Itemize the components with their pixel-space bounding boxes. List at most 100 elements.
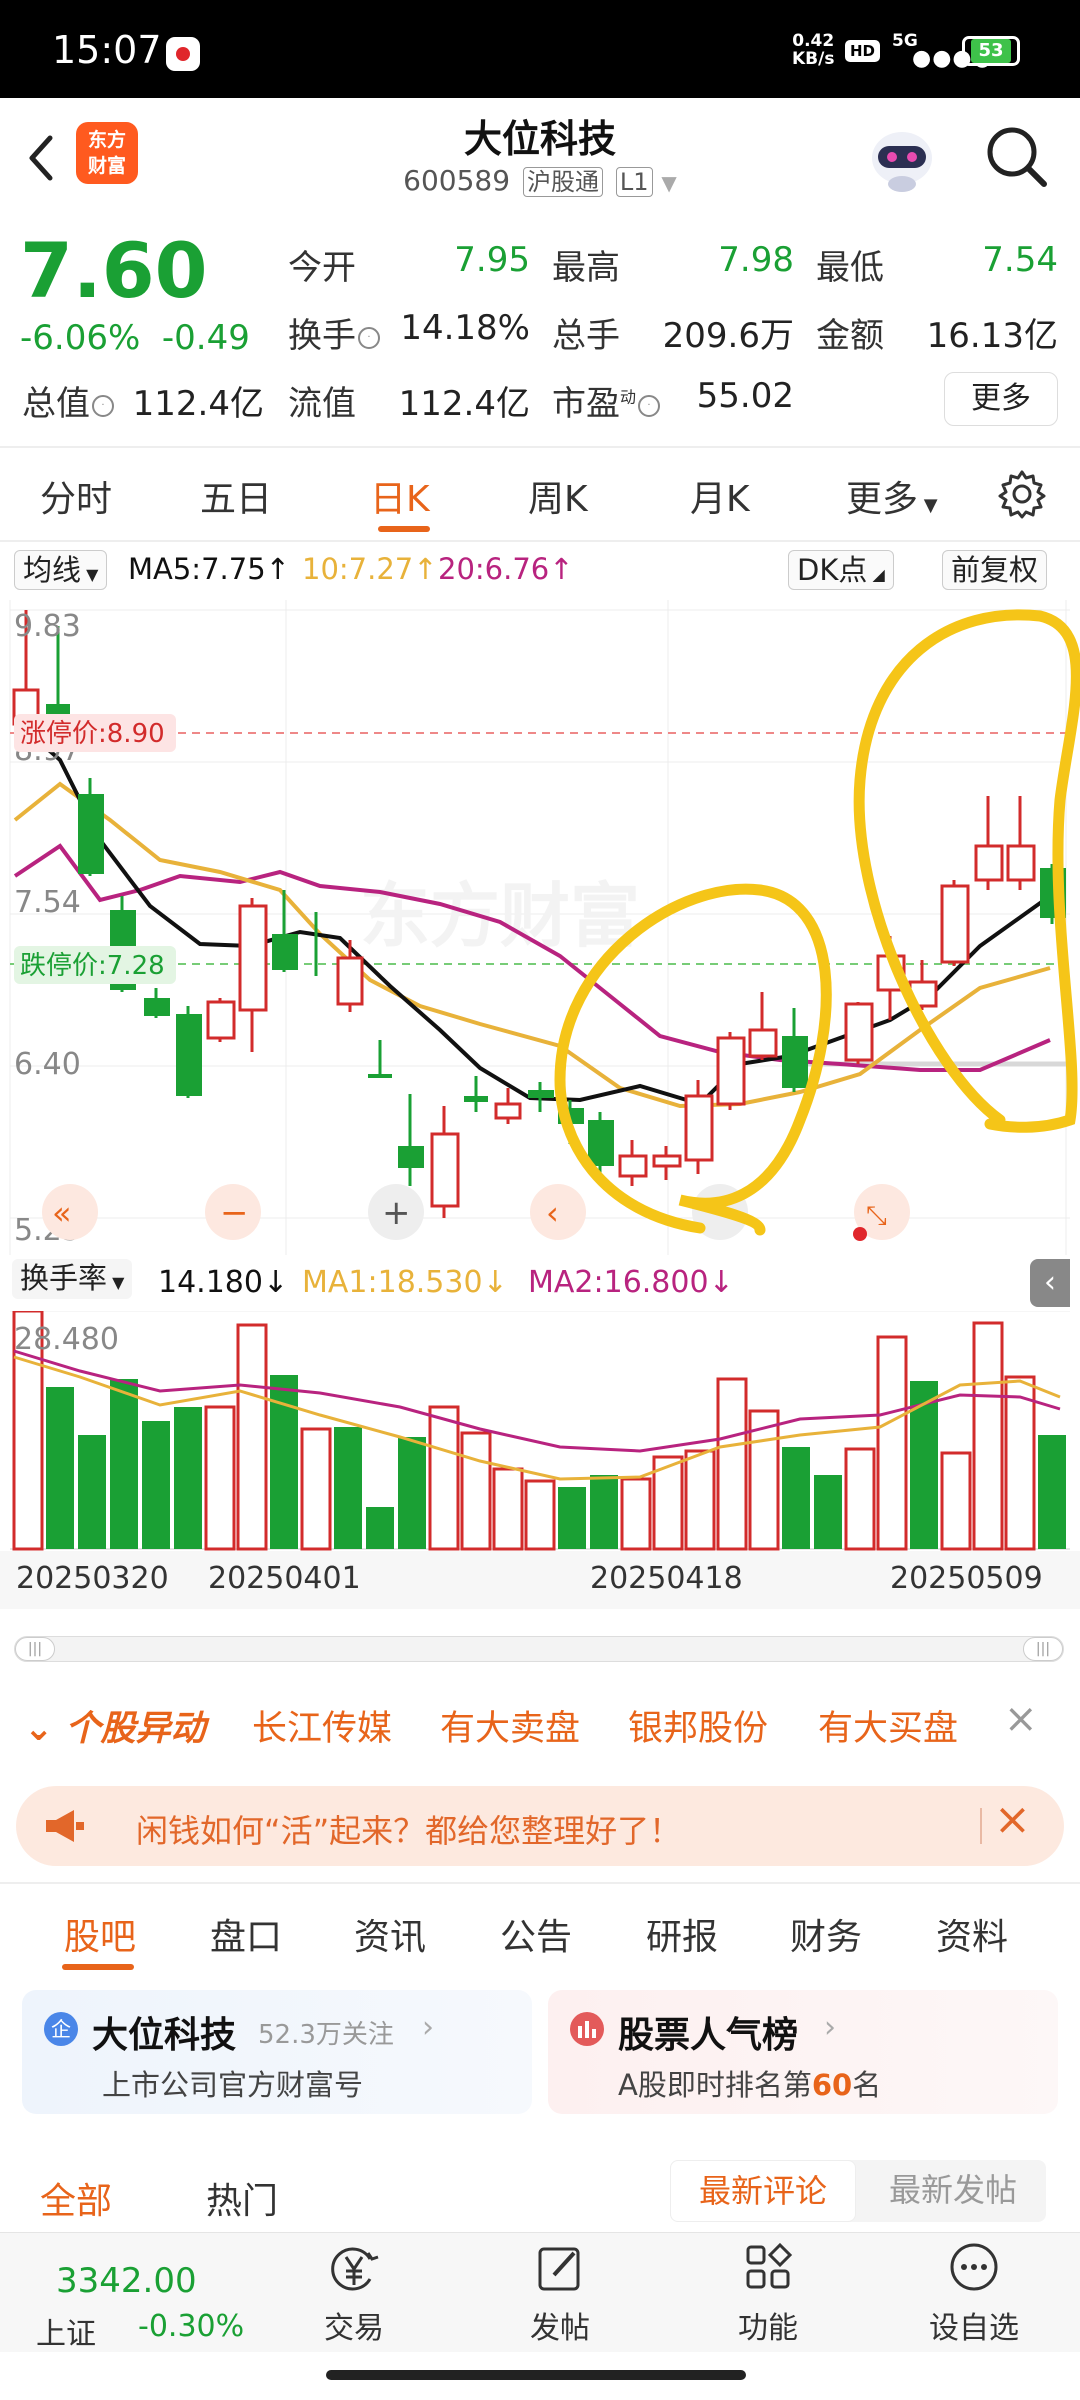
robot-assistant-icon[interactable] [862,118,942,196]
indicator-selector[interactable]: 换手率 ▼ [12,1259,133,1299]
tab-financials[interactable]: 财务 [790,1908,862,1960]
turnover-label: 换手 · [288,308,382,357]
pe-value: 55.02 [696,376,794,416]
open-value: 7.95 [454,240,530,280]
tab-forum[interactable]: 股吧 [64,1908,136,1960]
candle [336,956,364,1006]
close-icon[interactable]: × [1004,1696,1038,1742]
candlestick-chart[interactable]: 东方财富 9.83 7.54 6.40 5.25 涨停价:8.90 跌停价:7.… [0,600,1080,1255]
company-card[interactable]: 企 大位科技 52.3万关注 › 上市公司官方财富号 [22,1990,532,2114]
nav-post[interactable]: 发帖 [500,2241,620,2347]
alert-item[interactable]: 长江传媒 [252,1700,392,1751]
nav-functions[interactable]: 功能 [708,2241,828,2347]
turnover-chart[interactable]: 28.480 [0,1311,1080,1551]
info-icon: · [638,394,661,417]
popularity-desc: A股即时排名第60名 [618,2068,882,2102]
tab-news[interactable]: 资讯 [354,1908,426,1960]
tab-monthly-k[interactable]: 月K [690,470,750,522]
ma-selector[interactable]: 均线 ▼ [14,550,108,590]
volume-value: 209.6万 [662,316,794,356]
tab-more[interactable]: 更多 ▼ [846,470,938,522]
more-button[interactable]: 更多 [944,372,1058,426]
stock-code: 600589 [403,164,511,197]
candle [1006,844,1036,882]
filter-all[interactable]: 全部 [40,2172,112,2224]
dk-point-selector[interactable]: DK点 ◢ [788,550,894,590]
index-change[interactable]: -0.30% [138,2309,244,2344]
change-line: -6.06% -0.49 [20,318,250,358]
close-icon[interactable]: × [994,1794,1031,1845]
tab-announcements[interactable]: 公告 [500,1908,572,1960]
ma20-value: 20:6.76↑ [438,552,574,586]
alert-item[interactable]: 有大卖盘 [440,1700,580,1751]
turnover-indicator-bar: 换手率 ▼ 14.180↓ MA1:18.530↓ MA2:16.800↓ ‹ [0,1255,1080,1311]
tab-research[interactable]: 研报 [646,1908,718,1960]
sort-latest-comment[interactable]: 最新评论 [670,2160,856,2222]
popularity-title: 股票人气榜 [618,2015,799,2056]
index-value[interactable]: 3342.00 [56,2261,197,2301]
popularity-card[interactable]: 股票人气榜 › A股即时排名第60名 [548,1990,1058,2114]
candle [782,1036,808,1088]
candle [588,1120,614,1166]
turnover-bars [12,1311,1066,1551]
chart-controls: « − + ‹ ⤡ [42,1184,910,1241]
tab-intraday[interactable]: 分时 [40,470,112,522]
tab-five-day[interactable]: 五日 [200,470,272,522]
candle [176,1014,202,1096]
tab-order-book[interactable]: 盘口 [210,1908,282,1960]
range-handle-left[interactable]: ||| [15,1637,55,1661]
alert-item[interactable]: 银邦股份 [628,1700,768,1751]
tab-daily-k[interactable]: 日K [370,470,430,522]
more-dots-icon [950,2243,998,2291]
float-label: 流值 [288,384,356,424]
current-price: 7.60 [20,226,208,315]
edit-icon [538,2247,580,2291]
limit-up-label: 涨停价:8.90 [20,719,165,749]
index-name[interactable]: 上证 [36,2309,96,2353]
candle [398,1146,424,1168]
quote-panel: 7.60 -6.06% -0.49 今开 7.95 最高 7.98 最低 7.5… [0,218,1080,446]
home-indicator [326,2370,746,2380]
search-icon[interactable] [982,122,1052,192]
filter-hot[interactable]: 热门 [206,2172,278,2224]
promo-banner[interactable]: 闲钱如何“活”起来？都给您整理好了！ × [16,1786,1064,1866]
yen-icon [331,2247,379,2291]
sort-latest-post[interactable]: 最新发帖 [860,2160,1046,2222]
y-axis-mid: 7.54 [14,885,81,920]
svg-text:⤡: ⤡ [866,1201,887,1231]
adjust-selector[interactable]: 前复权 [942,550,1048,590]
company-name: 大位科技 [92,2015,237,2056]
nav-watchlist-settings[interactable]: 设自选 [914,2241,1034,2347]
clock: 15:07 [52,28,162,72]
mktcap-label: 总值 · [22,376,116,425]
chevron-down-icon: ▼ [661,171,677,195]
tab-weekly-k[interactable]: 周K [528,470,588,522]
candle [684,1094,714,1162]
enterprise-badge-icon: 企 [44,2012,78,2046]
active-tab-indicator [378,526,430,532]
turnover-y-max: 28.480 [14,1322,119,1357]
sort-toggle: 最新评论 最新发帖 [670,2160,1046,2222]
candle [78,794,104,874]
turnover-value: 14.18% [400,308,530,348]
chart-period-tabs: 分时 五日 日K 周K 月K 更多 ▼ [0,448,1080,538]
network-speed: 0.42 KB/s [792,31,835,69]
ranking-icon [570,2012,604,2046]
volume-label: 总手 [552,316,620,356]
svg-text:−: − [220,1193,249,1233]
candle [238,904,268,1012]
tab-profile[interactable]: 资料 [936,1908,1008,1960]
screen-record-icon [166,37,200,71]
chart-range-scrollbar[interactable]: ||| ||| [14,1636,1064,1662]
y-axis-low: 6.40 [14,1047,81,1082]
limit-down-label: 跌停价:7.28 [20,951,165,981]
ma5-value: MA5:7.75↑ [128,552,290,586]
nav-trade[interactable]: 交易 [294,2241,414,2347]
collapse-panel-icon[interactable]: ‹ [1030,1259,1070,1307]
ma-indicator-bar: 均线 ▼ MA5:7.75↑ 10:7.27↑ 20:6.76↑ DK点 ◢ 前… [0,544,1080,600]
range-handle-right[interactable]: ||| [1023,1637,1063,1661]
settings-gear-icon[interactable] [996,468,1048,520]
alerts-title[interactable]: ⌄ 个股异动 [24,1700,206,1751]
date-label: 20250320 [16,1561,169,1596]
alert-item[interactable]: 有大买盘 [818,1700,958,1751]
